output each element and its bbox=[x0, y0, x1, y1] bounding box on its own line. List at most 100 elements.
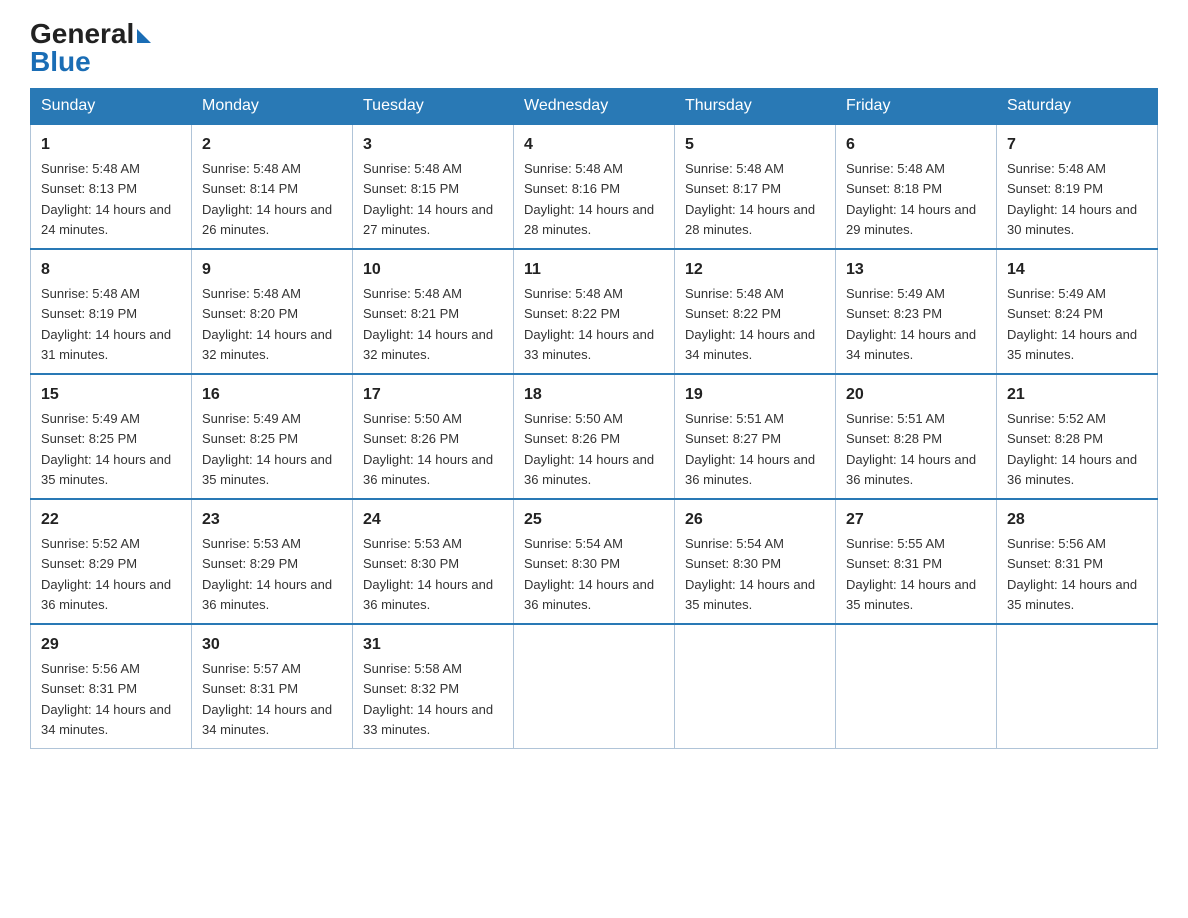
day-number: 2 bbox=[202, 133, 342, 157]
day-daylight: Daylight: 14 hours and 31 minutes. bbox=[41, 327, 171, 362]
calendar-cell: 18 Sunrise: 5:50 AM Sunset: 8:26 PM Dayl… bbox=[514, 374, 675, 499]
calendar-cell: 4 Sunrise: 5:48 AM Sunset: 8:16 PM Dayli… bbox=[514, 124, 675, 249]
header-wednesday: Wednesday bbox=[514, 89, 675, 125]
day-sunset: Sunset: 8:28 PM bbox=[846, 431, 942, 446]
day-sunrise: Sunrise: 5:53 AM bbox=[202, 536, 301, 551]
day-sunrise: Sunrise: 5:49 AM bbox=[41, 411, 140, 426]
day-sunset: Sunset: 8:21 PM bbox=[363, 306, 459, 321]
day-sunset: Sunset: 8:30 PM bbox=[363, 556, 459, 571]
day-number: 19 bbox=[685, 383, 825, 407]
calendar-cell: 24 Sunrise: 5:53 AM Sunset: 8:30 PM Dayl… bbox=[353, 499, 514, 624]
day-number: 27 bbox=[846, 508, 986, 532]
header-saturday: Saturday bbox=[997, 89, 1158, 125]
day-number: 30 bbox=[202, 633, 342, 657]
day-sunset: Sunset: 8:16 PM bbox=[524, 181, 620, 196]
day-daylight: Daylight: 14 hours and 35 minutes. bbox=[41, 452, 171, 487]
calendar-cell bbox=[997, 624, 1158, 749]
day-sunrise: Sunrise: 5:51 AM bbox=[685, 411, 784, 426]
day-sunrise: Sunrise: 5:49 AM bbox=[1007, 286, 1106, 301]
day-sunset: Sunset: 8:14 PM bbox=[202, 181, 298, 196]
day-daylight: Daylight: 14 hours and 29 minutes. bbox=[846, 202, 976, 237]
day-sunrise: Sunrise: 5:56 AM bbox=[1007, 536, 1106, 551]
day-daylight: Daylight: 14 hours and 35 minutes. bbox=[685, 577, 815, 612]
calendar-cell bbox=[675, 624, 836, 749]
calendar-cell: 9 Sunrise: 5:48 AM Sunset: 8:20 PM Dayli… bbox=[192, 249, 353, 374]
day-sunset: Sunset: 8:20 PM bbox=[202, 306, 298, 321]
day-daylight: Daylight: 14 hours and 36 minutes. bbox=[363, 452, 493, 487]
calendar-table: SundayMondayTuesdayWednesdayThursdayFrid… bbox=[30, 88, 1158, 749]
day-sunrise: Sunrise: 5:48 AM bbox=[41, 161, 140, 176]
day-sunset: Sunset: 8:23 PM bbox=[846, 306, 942, 321]
day-sunrise: Sunrise: 5:51 AM bbox=[846, 411, 945, 426]
day-sunrise: Sunrise: 5:56 AM bbox=[41, 661, 140, 676]
day-sunset: Sunset: 8:26 PM bbox=[524, 431, 620, 446]
calendar-week-row: 15 Sunrise: 5:49 AM Sunset: 8:25 PM Dayl… bbox=[31, 374, 1158, 499]
calendar-cell: 28 Sunrise: 5:56 AM Sunset: 8:31 PM Dayl… bbox=[997, 499, 1158, 624]
day-number: 15 bbox=[41, 383, 181, 407]
day-sunset: Sunset: 8:25 PM bbox=[41, 431, 137, 446]
header-friday: Friday bbox=[836, 89, 997, 125]
day-sunset: Sunset: 8:29 PM bbox=[41, 556, 137, 571]
day-number: 21 bbox=[1007, 383, 1147, 407]
calendar-week-row: 1 Sunrise: 5:48 AM Sunset: 8:13 PM Dayli… bbox=[31, 124, 1158, 249]
calendar-cell: 27 Sunrise: 5:55 AM Sunset: 8:31 PM Dayl… bbox=[836, 499, 997, 624]
day-number: 25 bbox=[524, 508, 664, 532]
day-sunset: Sunset: 8:28 PM bbox=[1007, 431, 1103, 446]
day-sunset: Sunset: 8:30 PM bbox=[524, 556, 620, 571]
calendar-cell: 29 Sunrise: 5:56 AM Sunset: 8:31 PM Dayl… bbox=[31, 624, 192, 749]
day-daylight: Daylight: 14 hours and 36 minutes. bbox=[524, 577, 654, 612]
day-sunset: Sunset: 8:31 PM bbox=[846, 556, 942, 571]
calendar-cell: 12 Sunrise: 5:48 AM Sunset: 8:22 PM Dayl… bbox=[675, 249, 836, 374]
day-sunrise: Sunrise: 5:49 AM bbox=[202, 411, 301, 426]
day-daylight: Daylight: 14 hours and 30 minutes. bbox=[1007, 202, 1137, 237]
day-number: 16 bbox=[202, 383, 342, 407]
day-number: 24 bbox=[363, 508, 503, 532]
day-number: 23 bbox=[202, 508, 342, 532]
calendar-cell: 21 Sunrise: 5:52 AM Sunset: 8:28 PM Dayl… bbox=[997, 374, 1158, 499]
day-number: 28 bbox=[1007, 508, 1147, 532]
calendar-week-row: 22 Sunrise: 5:52 AM Sunset: 8:29 PM Dayl… bbox=[31, 499, 1158, 624]
day-sunset: Sunset: 8:31 PM bbox=[202, 681, 298, 696]
header-sunday: Sunday bbox=[31, 89, 192, 125]
day-daylight: Daylight: 14 hours and 33 minutes. bbox=[363, 702, 493, 737]
day-sunrise: Sunrise: 5:49 AM bbox=[846, 286, 945, 301]
day-sunrise: Sunrise: 5:55 AM bbox=[846, 536, 945, 551]
day-daylight: Daylight: 14 hours and 36 minutes. bbox=[685, 452, 815, 487]
day-number: 4 bbox=[524, 133, 664, 157]
calendar-cell: 30 Sunrise: 5:57 AM Sunset: 8:31 PM Dayl… bbox=[192, 624, 353, 749]
calendar-cell: 5 Sunrise: 5:48 AM Sunset: 8:17 PM Dayli… bbox=[675, 124, 836, 249]
day-number: 1 bbox=[41, 133, 181, 157]
calendar-cell: 26 Sunrise: 5:54 AM Sunset: 8:30 PM Dayl… bbox=[675, 499, 836, 624]
day-sunset: Sunset: 8:18 PM bbox=[846, 181, 942, 196]
day-daylight: Daylight: 14 hours and 36 minutes. bbox=[41, 577, 171, 612]
calendar-cell: 1 Sunrise: 5:48 AM Sunset: 8:13 PM Dayli… bbox=[31, 124, 192, 249]
day-daylight: Daylight: 14 hours and 36 minutes. bbox=[524, 452, 654, 487]
day-sunrise: Sunrise: 5:58 AM bbox=[363, 661, 462, 676]
day-daylight: Daylight: 14 hours and 36 minutes. bbox=[202, 577, 332, 612]
calendar-cell: 8 Sunrise: 5:48 AM Sunset: 8:19 PM Dayli… bbox=[31, 249, 192, 374]
calendar-cell: 20 Sunrise: 5:51 AM Sunset: 8:28 PM Dayl… bbox=[836, 374, 997, 499]
day-number: 20 bbox=[846, 383, 986, 407]
day-number: 18 bbox=[524, 383, 664, 407]
day-daylight: Daylight: 14 hours and 28 minutes. bbox=[524, 202, 654, 237]
calendar-cell: 23 Sunrise: 5:53 AM Sunset: 8:29 PM Dayl… bbox=[192, 499, 353, 624]
day-daylight: Daylight: 14 hours and 36 minutes. bbox=[1007, 452, 1137, 487]
calendar-cell: 6 Sunrise: 5:48 AM Sunset: 8:18 PM Dayli… bbox=[836, 124, 997, 249]
day-sunset: Sunset: 8:22 PM bbox=[524, 306, 620, 321]
calendar-cell: 15 Sunrise: 5:49 AM Sunset: 8:25 PM Dayl… bbox=[31, 374, 192, 499]
day-sunset: Sunset: 8:25 PM bbox=[202, 431, 298, 446]
logo-blue-text: Blue bbox=[30, 46, 91, 78]
day-daylight: Daylight: 14 hours and 27 minutes. bbox=[363, 202, 493, 237]
day-daylight: Daylight: 14 hours and 36 minutes. bbox=[846, 452, 976, 487]
calendar-header-row: SundayMondayTuesdayWednesdayThursdayFrid… bbox=[31, 89, 1158, 125]
day-number: 14 bbox=[1007, 258, 1147, 282]
day-sunrise: Sunrise: 5:48 AM bbox=[363, 286, 462, 301]
calendar-cell: 31 Sunrise: 5:58 AM Sunset: 8:32 PM Dayl… bbox=[353, 624, 514, 749]
day-sunset: Sunset: 8:29 PM bbox=[202, 556, 298, 571]
day-sunrise: Sunrise: 5:50 AM bbox=[363, 411, 462, 426]
day-sunrise: Sunrise: 5:53 AM bbox=[363, 536, 462, 551]
day-sunrise: Sunrise: 5:54 AM bbox=[685, 536, 784, 551]
day-daylight: Daylight: 14 hours and 35 minutes. bbox=[1007, 327, 1137, 362]
day-daylight: Daylight: 14 hours and 35 minutes. bbox=[1007, 577, 1137, 612]
calendar-cell: 17 Sunrise: 5:50 AM Sunset: 8:26 PM Dayl… bbox=[353, 374, 514, 499]
